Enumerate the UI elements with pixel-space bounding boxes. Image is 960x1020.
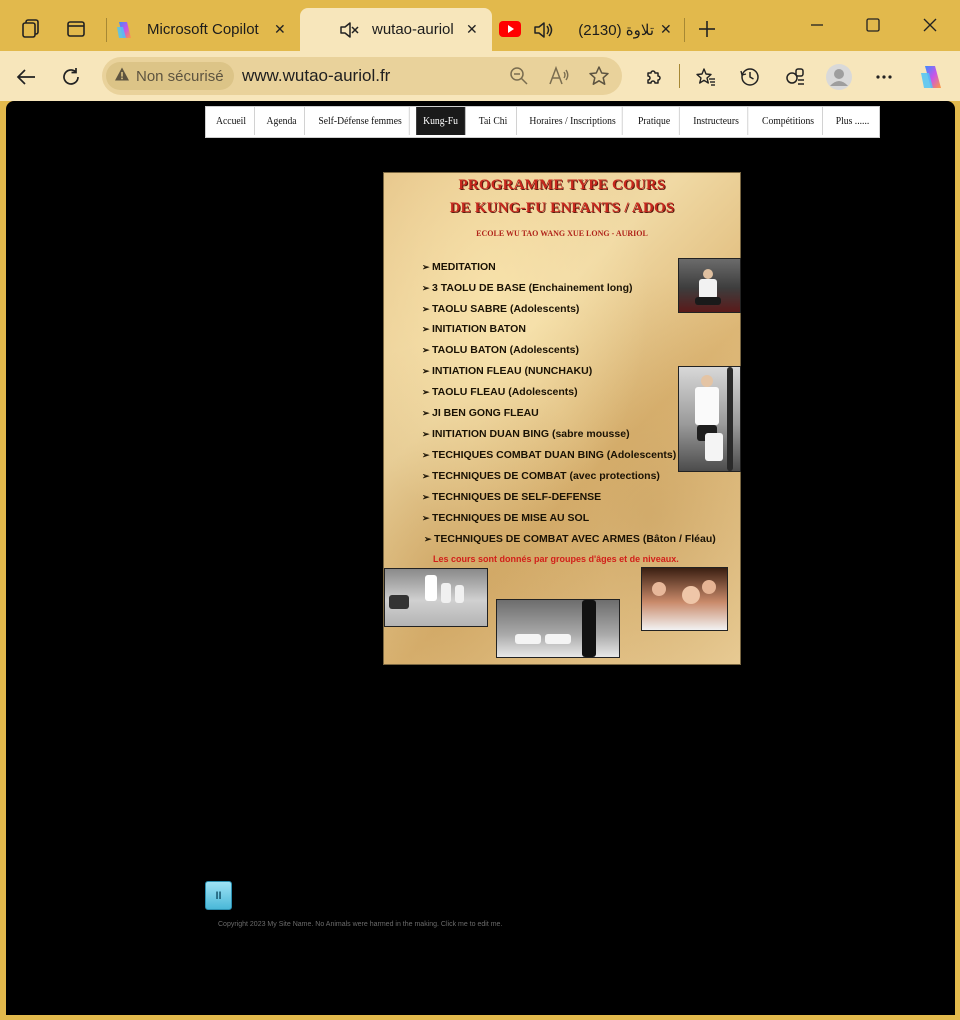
program-item: ➢ TAOLU FLEAU (Adolescents) (422, 386, 578, 398)
nav-item-self-defense-femmes[interactable]: Self-Défense femmes (311, 107, 410, 135)
program-item: ➢ TAOLU SABRE (Adolescents) (422, 303, 580, 315)
youtube-icon (499, 21, 521, 41)
program-item: ➢ TECHIQUES COMBAT DUAN BING (Adolescents… (422, 449, 677, 461)
program-item: ➢ JI BEN GONG FLEAU (422, 407, 539, 419)
close-tab-icon[interactable]: ✕ (660, 21, 672, 38)
new-tab-button[interactable] (692, 14, 722, 44)
program-item: ➢ INTIATION FLEAU (NUNCHAKU) (422, 365, 593, 377)
poster-note: Les cours sont donnés par groupes d'âges… (433, 554, 679, 564)
workspaces-icon[interactable] (16, 14, 46, 44)
nav-item-instructeurs[interactable]: Instructeurs (685, 107, 749, 135)
back-button[interactable] (10, 61, 42, 93)
maximize-button[interactable] (858, 10, 888, 40)
nav-item-tai-chi[interactable]: Tai Chi (470, 107, 517, 135)
toolbar-separator (679, 64, 680, 88)
favorites-icon[interactable] (690, 61, 722, 93)
performance-icon[interactable] (779, 61, 811, 93)
speaker-icon[interactable] (532, 19, 554, 45)
nav-item-competitions[interactable]: Compétitions (754, 107, 823, 135)
program-item: ➢ MEDITATION (422, 261, 496, 273)
tab-separator (684, 18, 685, 42)
nav-item-pratique[interactable]: Pratique (629, 107, 680, 135)
program-item: ➢ TECHNIQUES DE COMBAT AVEC ARMES (Bâton … (424, 533, 716, 545)
page-viewport: Accueil Agenda Self-Défense femmes Kung-… (6, 101, 955, 1015)
kung-fu-program-poster: PROGRAMME TYPE COURS DE KUNG-FU ENFANTS … (383, 172, 741, 665)
read-aloud-icon[interactable] (547, 64, 571, 88)
program-item: ➢ TAOLU BATON (Adolescents) (422, 344, 580, 356)
tab-title: wutao-auriol (372, 21, 454, 38)
security-indicator[interactable]: Non sécurisé (106, 62, 234, 90)
close-tab-icon[interactable]: ✕ (274, 21, 286, 38)
copilot-sidebar-icon[interactable] (915, 61, 947, 93)
muted-speaker-icon[interactable] (338, 19, 360, 45)
tab-title: (2130) تلاوة (578, 21, 654, 39)
address-bar[interactable]: Non sécurisé www.wutao-auriol.fr (102, 57, 622, 95)
nav-item-accueil[interactable]: Accueil (208, 107, 255, 135)
security-label: Non sécurisé (136, 67, 224, 85)
site-footer[interactable]: Copyright 2023 My Site Name. No Animals … (218, 921, 502, 928)
tab-actions-icon[interactable] (61, 14, 91, 44)
more-menu-icon[interactable] (868, 61, 900, 93)
warning-icon (114, 66, 130, 86)
url-text[interactable]: www.wutao-auriol.fr (242, 66, 390, 86)
tab-strip: Microsoft Copilot ✕ wutao-auriol ✕ (2130… (0, 0, 960, 51)
poster-title-line1: PROGRAMME TYPE COURS (458, 177, 666, 193)
nav-item-plus[interactable]: Plus ...... (828, 107, 877, 135)
program-item: ➢ INITIATION BATON (422, 323, 526, 335)
browser-toolbar: Non sécurisé www.wutao-auriol.fr (0, 51, 960, 101)
close-window-button[interactable] (915, 10, 945, 40)
close-tab-icon[interactable]: ✕ (466, 21, 478, 38)
nav-item-horaires-inscriptions[interactable]: Horaires / Inscriptions (523, 107, 623, 135)
nav-item-kung-fu[interactable]: Kung-Fu (416, 107, 466, 135)
minimize-button[interactable] (802, 10, 832, 40)
history-icon[interactable] (734, 61, 766, 93)
pause-icon: II (215, 889, 222, 902)
site-navigation: Accueil Agenda Self-Défense femmes Kung-… (205, 106, 880, 138)
profile-avatar[interactable] (823, 61, 855, 93)
photo-group-training (384, 568, 488, 627)
tab-copilot[interactable]: Microsoft Copilot ✕ (110, 8, 298, 51)
photo-students-on-floor (496, 599, 620, 658)
poster-school-name: ECOLE WU TAO WANG XUE LONG - AURIOL (476, 229, 648, 238)
tab-wutao-auriol[interactable]: wutao-auriol ✕ (300, 8, 492, 51)
refresh-button[interactable] (55, 61, 87, 93)
poster-title-line2: DE KUNG-FU ENFANTS / ADOS (449, 200, 675, 216)
program-item: ➢ TECHNIQUES DE COMBAT (avec protections) (422, 470, 660, 482)
zoom-icon[interactable] (507, 64, 531, 88)
copilot-icon (114, 19, 136, 45)
pause-button[interactable]: II (205, 881, 232, 910)
photo-instructor-and-child (678, 366, 741, 472)
program-item: ➢ INITIATION DUAN BING (sabre mousse) (422, 428, 630, 440)
favorite-star-icon[interactable] (587, 64, 611, 88)
program-item: ➢ TECHNIQUES DE MISE AU SOL (422, 512, 590, 524)
tab-separator (106, 18, 107, 42)
program-item: ➢ TECHNIQUES DE SELF-DEFENSE (422, 491, 602, 503)
extensions-icon[interactable] (638, 61, 670, 93)
tab-youtube[interactable]: (2130) تلاوة ✕ (494, 8, 682, 51)
nav-item-agenda[interactable]: Agenda (259, 107, 305, 135)
photo-student-stance (678, 258, 741, 313)
tab-title: Microsoft Copilot (147, 21, 259, 38)
photo-children-smiling (641, 567, 728, 631)
program-item: ➢ 3 TAOLU DE BASE (Enchainement long) (422, 282, 633, 294)
